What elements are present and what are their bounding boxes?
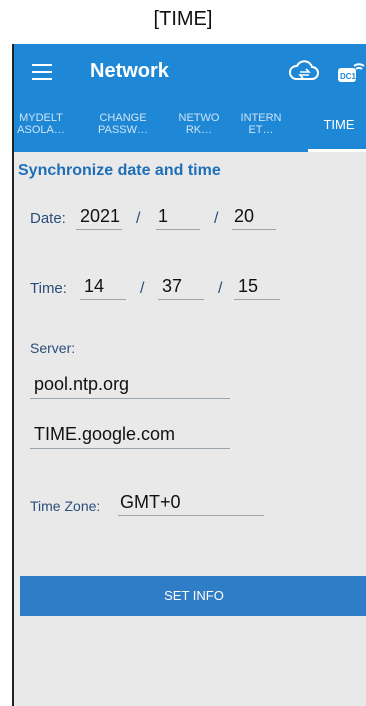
cloud-sync-icon[interactable] (288, 60, 320, 82)
date-day-input[interactable]: 20 (234, 206, 254, 227)
section-title: Synchronize date and time (18, 162, 221, 179)
server-primary-underline (30, 398, 230, 399)
tab-time[interactable]: TIME (314, 118, 364, 131)
time-second-input[interactable]: 15 (238, 276, 258, 297)
time-hour-input[interactable]: 14 (84, 276, 104, 297)
tab-network[interactable]: NETWO RK… (174, 112, 224, 136)
tab-indicator (308, 149, 366, 152)
time-minute-underline (158, 299, 204, 300)
server-primary-input[interactable]: pool.ntp.org (34, 374, 129, 395)
date-year-input[interactable]: 2021 (80, 206, 120, 227)
time-second-underline (234, 299, 280, 300)
date-month-input[interactable]: 1 (158, 206, 168, 227)
tab-internet[interactable]: INTERN ET… (236, 112, 286, 136)
tab-bar: MYDELT ASOLA… CHANGE PASSW… NETWO RK… IN… (14, 100, 366, 152)
device-wifi-icon[interactable]: DC1 (336, 56, 366, 86)
phone-screen: Network DC1 MYDELT ASOLA… CHANGE PASSW… … (12, 44, 366, 706)
app-bar: Network DC1 (14, 44, 366, 100)
date-label: Date: (30, 210, 66, 227)
app-title: Network (90, 60, 169, 82)
date-month-underline (156, 229, 200, 230)
timezone-underline (118, 515, 264, 516)
time-label: Time: (30, 280, 67, 297)
timezone-label: Time Zone: (30, 498, 101, 514)
time-minute-input[interactable]: 37 (162, 276, 182, 297)
dc-badge-label: DC1 (340, 72, 357, 81)
time-hour-underline (80, 299, 126, 300)
tab-mydeltasolar[interactable]: MYDELT ASOLA… (16, 112, 66, 136)
date-day-underline (232, 229, 276, 230)
set-info-button[interactable]: SET INFO (20, 576, 366, 616)
tab-change-password[interactable]: CHANGE PASSW… (98, 112, 148, 136)
page-caption: [TIME] (153, 8, 213, 30)
server-secondary-underline (30, 448, 230, 449)
server-secondary-input[interactable]: TIME.google.com (34, 424, 175, 445)
menu-icon[interactable] (32, 64, 52, 80)
date-separator-2: / (214, 210, 219, 227)
timezone-input[interactable]: GMT+0 (120, 492, 181, 513)
time-separator-1: / (140, 280, 145, 297)
date-year-underline (76, 229, 122, 230)
date-separator-1: / (136, 210, 141, 227)
time-separator-2: / (218, 280, 223, 297)
server-label: Server: (30, 340, 76, 356)
